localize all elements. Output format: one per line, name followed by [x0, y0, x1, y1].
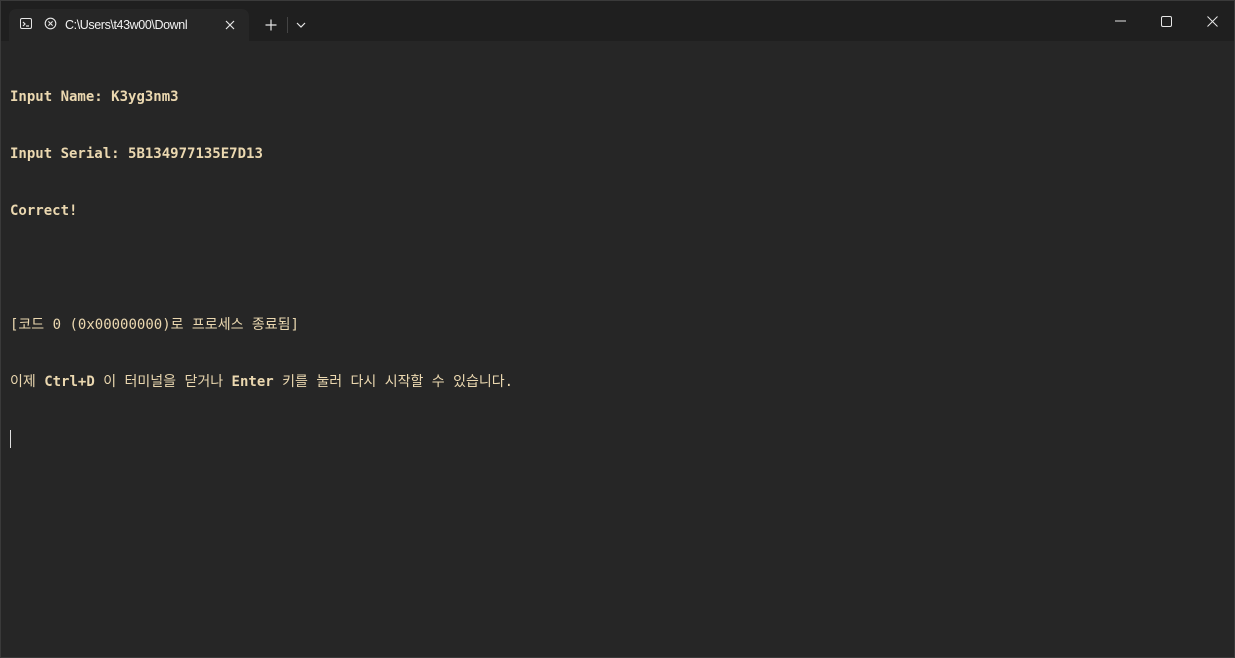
exit-message-line: [코드 0 (0x00000000)로 프로세스 종료됨]: [10, 317, 299, 333]
tab-title: C:\Users\t43w00\Downl: [65, 18, 188, 32]
serial-value: 5B134977135E7D13: [128, 146, 263, 162]
hint-prefix: 이제: [10, 374, 45, 390]
hint-middle: 이 터미널을 닫거나: [94, 374, 232, 390]
maximize-icon: [1160, 15, 1172, 27]
close-icon: [225, 20, 235, 30]
name-label: Input Name:: [10, 89, 112, 105]
serial-label: Input Serial:: [10, 146, 129, 162]
hint-suffix: 키를 눌러 다시 시작할 수 있습니다.: [273, 374, 514, 390]
tab-divider: [287, 17, 288, 33]
minimize-icon: [1114, 20, 1126, 22]
tab-close-button[interactable]: [221, 16, 239, 34]
hint-line: 이제 Ctrl+D 이 터미널을 닫거나 Enter 키를 눌러 다시 시작할 …: [10, 373, 1220, 392]
input-name-line: Input Name: K3yg3nm3: [10, 88, 1220, 107]
terminal-window: C:\Users\t43w00\Downl Input Name: K3yg3n…: [0, 0, 1235, 658]
new-tab-button[interactable]: [259, 13, 283, 37]
hint-key-enter: Enter: [231, 374, 274, 390]
tab-terminal[interactable]: C:\Users\t43w00\Downl: [9, 9, 249, 41]
input-serial-line: Input Serial: 5B134977135E7D13: [10, 145, 1220, 164]
result-line: Correct!: [10, 203, 78, 219]
title-bar[interactable]: C:\Users\t43w00\Downl: [1, 1, 1234, 41]
plus-icon: [265, 19, 277, 31]
hint-key-ctrl-d: Ctrl+D: [44, 374, 95, 390]
maximize-button[interactable]: [1143, 1, 1189, 41]
text-cursor: [10, 430, 11, 448]
chevron-down-icon: [296, 22, 306, 28]
terminal-output[interactable]: Input Name: K3yg3nm3 Input Serial: 5B134…: [10, 50, 1220, 650]
name-value: K3yg3nm3: [111, 89, 179, 105]
terminal-icon: [20, 18, 32, 29]
close-icon: [1206, 15, 1218, 27]
process-exited-icon: [44, 17, 57, 30]
window-close-button[interactable]: [1189, 1, 1235, 41]
prompt-line[interactable]: [10, 430, 1220, 449]
profile-dropdown-button[interactable]: [290, 13, 312, 37]
minimize-button[interactable]: [1097, 1, 1143, 41]
